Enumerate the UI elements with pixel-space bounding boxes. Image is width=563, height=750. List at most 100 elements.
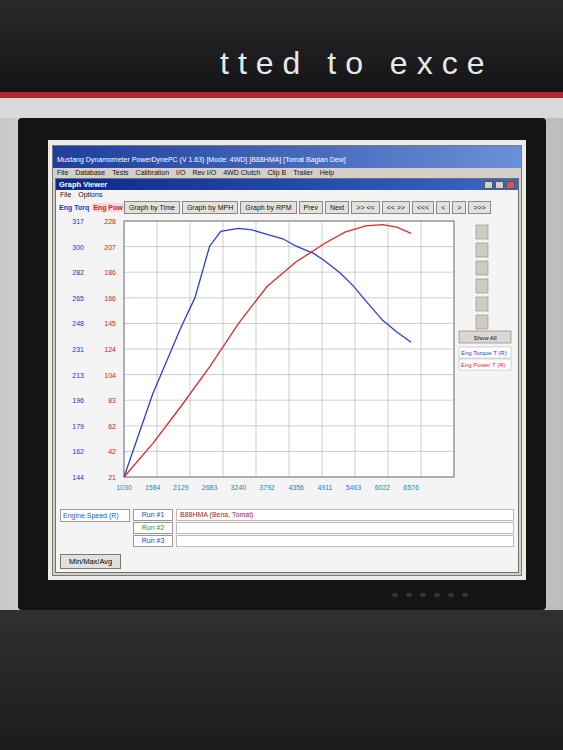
torque-tick: 300	[72, 244, 84, 251]
side-button[interactable]	[476, 297, 488, 311]
wall-band	[0, 98, 563, 118]
run-row[interactable]: Run #3	[133, 535, 514, 547]
banner-text: tted to exce	[220, 45, 493, 82]
run-label[interactable]: Run #1	[133, 509, 173, 521]
run-name: B88HMA (Bena, Tomat)	[176, 509, 514, 521]
power-tick: 62	[108, 423, 116, 430]
monitor: Mustang Dynamometer PowerDynePC (V 1.63)…	[18, 118, 546, 610]
toolbar-button[interactable]: >> <<	[351, 201, 379, 214]
grid-line	[124, 374, 454, 375]
menu-item[interactable]: I/O	[176, 169, 185, 176]
power-tick: 145	[104, 320, 116, 327]
menu-item[interactable]: Help	[320, 169, 334, 176]
toolbar-button[interactable]: Next	[325, 201, 349, 214]
power-tick: 186	[104, 269, 116, 276]
power-tick: 83	[108, 397, 116, 404]
monitor-button-icon[interactable]	[462, 593, 468, 597]
toolbar-button[interactable]: Graph by RPM	[240, 201, 296, 214]
run-label[interactable]: Run #3	[133, 535, 173, 547]
app-title-bar: Mustang Dynamometer PowerDynePC (V 1.63)…	[53, 146, 521, 168]
app-menu-bar: File Database Tests Calibration I/O Rev I/O 4W…	[53, 168, 521, 177]
show-all-label[interactable]: Show All	[473, 335, 496, 341]
monitor-button-icon[interactable]	[448, 593, 454, 597]
maximize-icon[interactable]	[495, 181, 504, 189]
side-button[interactable]	[476, 315, 488, 329]
torque-tick: 144	[72, 474, 84, 481]
dyno-chart: 3173002822652482312131961791621442282071…	[56, 215, 512, 507]
rpm-tick: 5463	[346, 484, 362, 491]
viewer-title: Graph Viewer	[59, 180, 107, 189]
legend-label: Eng Torque T (R)	[461, 350, 507, 356]
menu-item[interactable]: Calibration	[136, 169, 169, 176]
side-button[interactable]	[476, 243, 488, 257]
torque-tick: 196	[72, 397, 84, 404]
menu-item[interactable]: Trailer	[293, 169, 313, 176]
rpm-tick: 2129	[173, 484, 189, 491]
legend-label: Eng Power T (R)	[461, 362, 505, 368]
grid-line	[124, 297, 454, 298]
run-row[interactable]: Run #1B88HMA (Bena, Tomat)	[133, 509, 514, 521]
menu-item[interactable]: File	[57, 169, 68, 176]
run-name	[176, 535, 514, 547]
screen: Mustang Dynamometer PowerDynePC (V 1.63)…	[48, 140, 526, 580]
menu-item[interactable]: 4WD Clutch	[223, 169, 260, 176]
torque-tick: 317	[72, 218, 84, 225]
side-button[interactable]	[476, 279, 488, 293]
side-button[interactable]	[476, 261, 488, 275]
wall-banner: tted to exce	[0, 0, 563, 92]
side-button[interactable]	[476, 225, 488, 239]
legend-item: Eng Torque T (R)	[459, 347, 511, 358]
show-all-button[interactable]	[459, 331, 511, 343]
toolbar-button[interactable]: <	[436, 201, 450, 214]
grid-line	[124, 246, 454, 247]
rpm-tick: 3240	[231, 484, 247, 491]
monitor-button-icon[interactable]	[420, 593, 426, 597]
torque-tick: 213	[72, 372, 84, 379]
run-label[interactable]: Run #2	[133, 522, 173, 534]
menu-item[interactable]: Clip B	[267, 169, 286, 176]
torque-tick: 282	[72, 269, 84, 276]
menu-item[interactable]: Options	[78, 191, 102, 198]
grid-line	[124, 272, 454, 273]
monitor-button-icon[interactable]	[392, 593, 398, 597]
monitor-button-icon[interactable]	[406, 593, 412, 597]
run-row[interactable]: Run #2	[133, 522, 514, 534]
toolbar-button[interactable]: Prev	[299, 201, 323, 214]
power-tick: 166	[104, 295, 116, 302]
menu-item[interactable]: Tests	[112, 169, 128, 176]
toolbar-button[interactable]: << >>	[382, 201, 410, 214]
power-tick: 228	[104, 218, 116, 225]
run-name	[176, 522, 514, 534]
grid-line	[124, 400, 454, 401]
viewer-menu-bar: File Options	[56, 190, 518, 199]
menu-item[interactable]: File	[60, 191, 71, 198]
torque-tick: 231	[72, 346, 84, 353]
x-axis-label: Engine Speed (R)	[60, 509, 130, 522]
toolbar-button[interactable]: Graph by MPH	[182, 201, 238, 214]
plot-area	[124, 221, 454, 477]
series-line	[124, 225, 411, 477]
rpm-tick: 1030	[116, 484, 132, 491]
viewer-title-bar: Graph Viewer	[56, 179, 518, 190]
min-max-avg-button[interactable]: Min/Max/Avg	[60, 554, 121, 569]
grid-line	[124, 451, 454, 452]
menu-item[interactable]: Database	[75, 169, 105, 176]
toolbar-button[interactable]: <<<	[412, 201, 434, 214]
minimize-icon[interactable]	[484, 181, 493, 189]
series-line	[124, 228, 411, 477]
torque-tick: 179	[72, 423, 84, 430]
power-tick: 42	[108, 448, 116, 455]
run-panel: Engine Speed (R)Run #1B88HMA (Bena, Toma…	[56, 507, 518, 549]
menu-item[interactable]: Rev I/O	[192, 169, 216, 176]
grid-line	[124, 323, 454, 324]
legend-item: Eng Power T (R)	[459, 359, 511, 370]
toolbar-button[interactable]: >>>	[468, 201, 490, 214]
torque-tick: 248	[72, 320, 84, 327]
app-title: Mustang Dynamometer PowerDynePC (V 1.63)…	[57, 156, 346, 163]
toolbar-button[interactable]: >	[452, 201, 466, 214]
monitor-button-icon[interactable]	[434, 593, 440, 597]
torque-tick: 162	[72, 448, 84, 455]
power-tick: 124	[104, 346, 116, 353]
toolbar-button[interactable]: Graph by Time	[124, 201, 180, 214]
close-icon[interactable]	[506, 181, 515, 189]
